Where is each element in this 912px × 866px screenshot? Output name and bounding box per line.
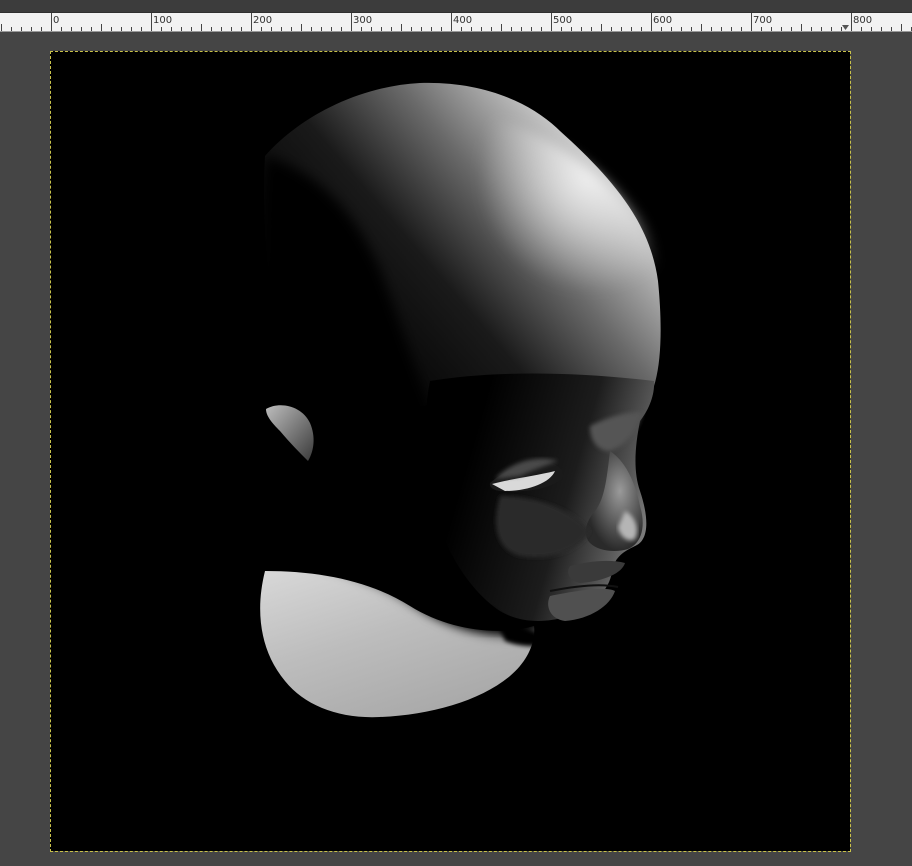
horizontal-ruler[interactable]: 0 100 200 300 400 500 600 700 800: [0, 13, 912, 32]
ruler-label: 500: [553, 15, 572, 26]
ruler-pointer-marker: [842, 25, 849, 30]
ruler-label: 200: [253, 15, 272, 26]
canvas-viewport[interactable]: [0, 32, 912, 866]
rendered-head-image: [260, 82, 661, 718]
ruler-label: 300: [353, 15, 372, 26]
toolbar-strip: [0, 0, 912, 13]
image-canvas[interactable]: [50, 51, 850, 851]
ruler-label: 100: [153, 15, 172, 26]
ruler-label: 400: [453, 15, 472, 26]
image-editor-window: 0 100 200 300 400 500 600 700 800: [0, 0, 912, 866]
ruler-scale: 0 100 200 300 400 500 600 700 800: [1, 13, 912, 31]
ruler-label: 600: [653, 15, 672, 26]
ruler-label: 700: [753, 15, 772, 26]
ruler-label: 0: [53, 15, 59, 26]
ruler-label: 800: [853, 15, 872, 26]
